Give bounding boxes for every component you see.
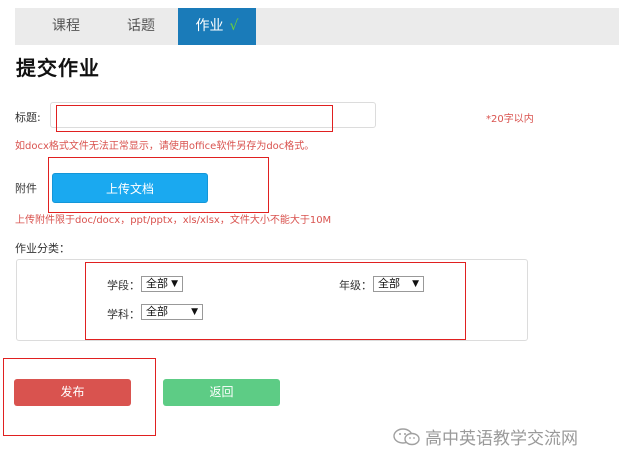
title-label: 标题:	[15, 111, 41, 124]
category-box	[16, 259, 528, 341]
tab-homework[interactable]: 作业 √	[178, 8, 256, 45]
attachment-label: 附件	[15, 182, 37, 195]
dropdown-arrow-icon: ▼	[171, 279, 178, 289]
title-input[interactable]	[50, 102, 376, 128]
subject-label: 学科：	[107, 308, 140, 321]
grade-label: 年级：	[339, 279, 372, 292]
publish-button[interactable]: 发布	[14, 379, 131, 406]
stage-select-value: 全部	[146, 277, 168, 290]
page-title: 提交作业	[16, 56, 100, 80]
tab-course[interactable]: 课程	[30, 8, 102, 45]
stage-label: 学段：	[107, 279, 140, 292]
upload-document-button[interactable]: 上传文档	[52, 173, 208, 203]
subject-select[interactable]: 全部 ▼	[141, 304, 203, 320]
grade-select-value: 全部	[378, 277, 400, 290]
watermark-text: 高中英语教学交流网	[425, 429, 578, 449]
category-label: 作业分类：	[15, 242, 70, 255]
subject-select-value: 全部	[146, 305, 168, 318]
grade-select[interactable]: 全部 ▼	[373, 276, 424, 292]
wechat-icon	[393, 428, 420, 446]
back-button[interactable]: 返回	[163, 379, 280, 406]
dropdown-arrow-icon: ▼	[412, 279, 419, 289]
stage-select[interactable]: 全部 ▼	[141, 276, 183, 292]
docx-notice: 如docx格式文件无法正常显示，请使用office软件另存为doc格式。	[15, 141, 315, 152]
check-icon: √	[229, 18, 239, 34]
tab-homework-label: 作业	[195, 18, 224, 34]
attachment-hint: 上传附件限于doc/docx，ppt/pptx，xls/xlsx，文件大小不能大…	[15, 215, 332, 226]
title-limit-hint: *20字以内	[486, 114, 534, 125]
tab-topic[interactable]: 话题	[104, 8, 178, 45]
dropdown-arrow-icon: ▼	[191, 307, 198, 317]
